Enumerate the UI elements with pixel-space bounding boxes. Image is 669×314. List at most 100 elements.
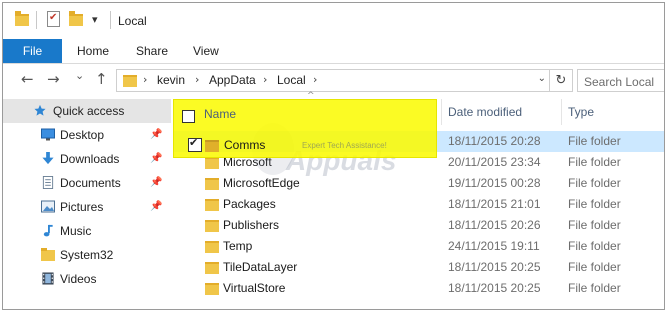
table-row[interactable]: Temp 24/11/2015 19:11 File folder	[173, 236, 664, 257]
sidebar-item-label: Documents	[60, 176, 121, 190]
ribbon-tabs: File Home Share View	[3, 39, 664, 64]
breadcrumb-separator[interactable]: ›	[195, 73, 199, 86]
tab-home[interactable]: Home	[77, 39, 109, 63]
folder-icon	[205, 157, 219, 169]
sidebar-item-music[interactable]: Music	[3, 219, 171, 243]
column-header-date-modified[interactable]: Date modified	[448, 99, 522, 125]
folder-icon	[205, 283, 219, 295]
date-modified-cell: 18/11/2015 20:28	[448, 134, 541, 148]
column-header-type[interactable]: Type	[568, 99, 594, 125]
tab-view[interactable]: View	[193, 39, 219, 63]
breadcrumb-appdata[interactable]: AppData	[209, 73, 256, 87]
breadcrumb-kevin[interactable]: kevin	[157, 73, 185, 87]
breadcrumb-local[interactable]: Local	[277, 73, 306, 87]
pin-icon[interactable]: 📌	[150, 195, 162, 219]
downloads-icon	[42, 152, 54, 165]
type-cell: File folder	[568, 197, 621, 211]
date-modified-cell: 18/11/2015 21:01	[448, 197, 541, 211]
star-icon	[34, 104, 46, 116]
folder-icon	[205, 241, 219, 253]
navigation-bar: ← → ⌄ ↑ › kevin › AppData › Local › ⌄ ↻	[3, 64, 664, 96]
pin-icon[interactable]: 📌	[150, 171, 162, 195]
search-box[interactable]	[577, 69, 664, 92]
sidebar-item-label: Pictures	[60, 200, 104, 214]
date-modified-cell: 18/11/2015 20:25	[448, 260, 541, 274]
column-divider[interactable]	[441, 99, 442, 125]
pictures-icon	[41, 200, 55, 213]
new-folder-icon[interactable]	[69, 11, 83, 26]
sidebar-item-desktop[interactable]: Desktop 📌	[3, 123, 171, 147]
table-row[interactable]: Packages 18/11/2015 21:01 File folder	[173, 194, 664, 215]
window-title: Local	[118, 14, 147, 28]
tab-share[interactable]: Share	[136, 39, 168, 63]
file-name-cell: Publishers	[223, 218, 280, 232]
sidebar-item-quick-access[interactable]: Quick access	[3, 99, 171, 123]
folder-icon[interactable]	[15, 11, 29, 26]
forward-arrow-icon[interactable]: →	[47, 70, 60, 88]
properties-icon[interactable]	[47, 11, 60, 27]
folder-icon	[205, 178, 219, 190]
sidebar-item-system32[interactable]: System32	[3, 243, 171, 267]
table-row[interactable]: MicrosoftEdge 19/11/2015 00:28 File fold…	[173, 173, 664, 194]
refresh-icon[interactable]: ↻	[549, 70, 572, 91]
folder-icon	[123, 75, 137, 87]
type-cell: File folder	[568, 218, 621, 232]
column-header-name[interactable]: Name	[204, 107, 236, 121]
row-checkbox[interactable]	[188, 136, 202, 152]
search-input[interactable]	[582, 71, 664, 92]
select-all-checkbox[interactable]	[182, 110, 195, 123]
table-row[interactable]: TileDataLayer 18/11/2015 20:25 File fold…	[173, 257, 664, 278]
sidebar-item-label: Music	[60, 224, 92, 238]
music-icon	[43, 224, 53, 237]
watermark-tagline: Expert Tech Assistance!	[302, 141, 387, 150]
sidebar-item-downloads[interactable]: Downloads 📌	[3, 147, 171, 171]
sidebar-item-videos[interactable]: Videos	[3, 267, 171, 291]
folder-icon	[205, 220, 219, 232]
videos-icon	[42, 272, 54, 285]
tab-file[interactable]: File	[3, 39, 62, 63]
file-name-cell: Packages	[223, 197, 276, 211]
toolbar-divider	[110, 11, 111, 29]
file-name-cell[interactable]: Comms	[224, 138, 265, 152]
type-cell: File folder	[568, 134, 621, 148]
sidebar-item-pictures[interactable]: Pictures 📌	[3, 195, 171, 219]
sidebar-item-label: Downloads	[60, 152, 120, 166]
breadcrumb-separator[interactable]: ›	[313, 73, 317, 86]
recent-locations-icon[interactable]: ⌄	[75, 69, 84, 82]
date-modified-cell: 18/11/2015 20:26	[448, 218, 541, 232]
toolbar-divider	[36, 11, 37, 29]
customize-toolbar-dropdown[interactable]: ▾	[92, 13, 98, 26]
type-cell: File folder	[568, 155, 621, 169]
file-name-cell: Temp	[223, 239, 253, 253]
folder-icon	[205, 140, 219, 152]
pin-icon[interactable]: 📌	[150, 123, 162, 147]
date-modified-cell: 18/11/2015 20:25	[448, 281, 541, 295]
date-modified-cell: 19/11/2015 00:28	[448, 176, 541, 190]
back-arrow-icon[interactable]: ←	[21, 70, 34, 88]
date-modified-cell: 24/11/2015 19:11	[448, 239, 540, 253]
address-dropdown-icon[interactable]: ⌄	[538, 73, 546, 84]
column-divider[interactable]	[561, 99, 562, 125]
pin-icon[interactable]: 📌	[150, 147, 162, 171]
address-bar[interactable]: › kevin › AppData › Local › ⌄ ↻	[116, 69, 573, 92]
folder-icon	[41, 248, 55, 261]
explorer-window: ▾ Local File Home Share View ← → ⌄ ↑ › k…	[2, 2, 665, 310]
table-row[interactable]: VirtualStore 18/11/2015 20:25 File folde…	[173, 278, 664, 299]
file-name-cell: TileDataLayer	[223, 260, 298, 274]
table-row[interactable]: Publishers 18/11/2015 20:26 File folder	[173, 215, 664, 236]
breadcrumb-separator[interactable]: ›	[143, 73, 147, 86]
date-modified-cell: 20/11/2015 23:34	[448, 155, 541, 169]
sidebar-item-label: Videos	[60, 272, 97, 286]
type-cell: File folder	[568, 281, 621, 295]
sidebar-item-label: System32	[60, 248, 114, 262]
up-arrow-icon[interactable]: ↑	[95, 70, 108, 88]
documents-icon	[42, 176, 54, 189]
desktop-icon	[41, 128, 55, 141]
file-name-cell: MicrosoftEdge	[223, 176, 300, 190]
sidebar-item-documents[interactable]: Documents 📌	[3, 171, 171, 195]
type-cell: File folder	[568, 176, 621, 190]
folder-icon	[205, 199, 219, 211]
type-cell: File folder	[568, 260, 621, 274]
breadcrumb-separator[interactable]: ›	[263, 73, 267, 86]
folder-icon	[205, 262, 219, 274]
